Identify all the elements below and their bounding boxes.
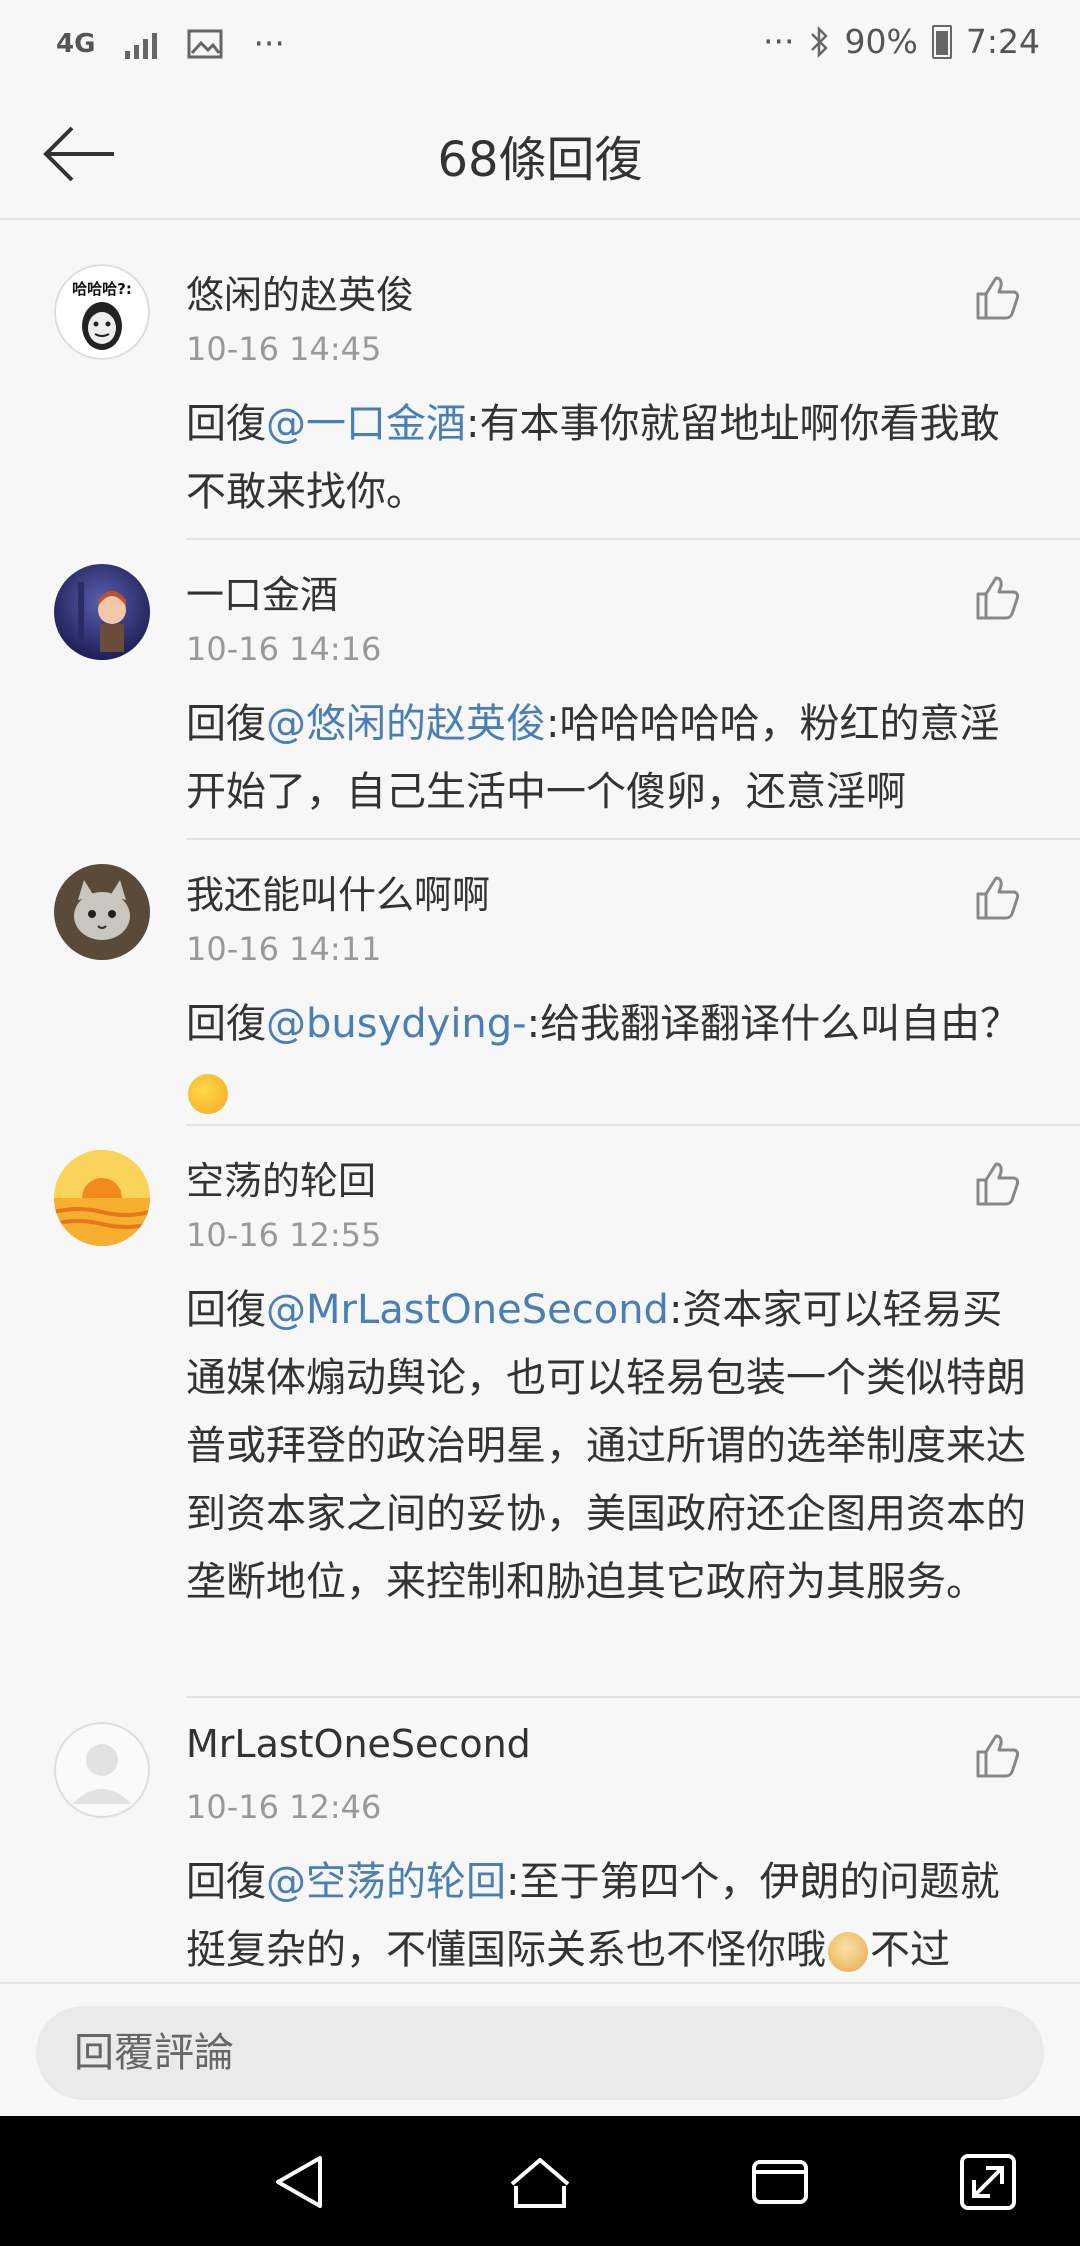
nav-recents-button[interactable] (748, 2150, 812, 2214)
reply-prefix: 回復 (186, 1001, 266, 1047)
signal-icon (125, 29, 158, 59)
emoji-yummy-icon (188, 1074, 228, 1114)
reply-prefix: 回復 (186, 1287, 266, 1333)
thumbs-up-icon (976, 1734, 1020, 1778)
status-overflow: ··· (253, 24, 285, 63)
anime-avatar-image (54, 564, 150, 660)
comment-text: 回復@busydying-:给我翻译翻译什么叫自由？ (186, 990, 1036, 1126)
status-bar: 4G ··· ··· 90% 7:24 (0, 0, 1080, 90)
expand-icon (960, 2154, 1016, 2210)
comment-content: :资本家可以轻易买通媒体煽动舆论，也可以轻易包装一个类似特朗普或拜登的政治明星，… (186, 1287, 1026, 1605)
default-avatar-image (54, 1722, 150, 1818)
thumbs-up-icon (976, 576, 1020, 620)
comment-list[interactable]: 哈哈哈?: 悠闲的赵英俊 10-16 14:45 回復@一口金酒:有本事你就留地… (0, 240, 1080, 1982)
comment-item[interactable]: 空荡的轮回 10-16 12:55 回復@MrLastOneSecond:资本家… (0, 1126, 1080, 1698)
reply-prefix: 回復 (186, 701, 266, 747)
timestamp: 10-16 12:55 (186, 1216, 382, 1254)
timestamp: 10-16 14:16 (186, 630, 382, 668)
mention-link[interactable]: @MrLastOneSecond (266, 1287, 669, 1333)
emoji-doge-icon (828, 1932, 868, 1972)
triangle-back-icon (276, 2156, 322, 2208)
comment-text: 回復@MrLastOneSecond:资本家可以轻易买通媒体煽动舆论，也可以轻易… (186, 1276, 1036, 1616)
reply-input-bar (0, 1982, 1080, 2118)
timestamp: 10-16 14:45 (186, 330, 382, 368)
username[interactable]: MrLastOneSecond (186, 1722, 531, 1766)
reply-prefix: 回復 (186, 1859, 266, 1905)
thumbs-up-icon (976, 876, 1020, 920)
reply-comment-input[interactable] (36, 2006, 1044, 2100)
comment-content-continued: 不过 (870, 1927, 950, 1973)
sunset-avatar-image (54, 1150, 150, 1246)
image-icon (187, 29, 223, 58)
avatar[interactable] (54, 564, 150, 660)
comment-text: 回復@悠闲的赵英俊:哈哈哈哈哈，粉红的意淫开始了，自己生活中一个傻卵，还意淫啊 (186, 690, 1036, 826)
mention-link[interactable]: @空荡的轮回 (266, 1859, 506, 1905)
username[interactable]: 一口金酒 (186, 564, 338, 619)
top-app-bar: 68條回復 (0, 90, 1080, 220)
like-button[interactable] (972, 872, 1022, 922)
avatar[interactable] (54, 1150, 150, 1246)
mention-link[interactable]: @悠闲的赵英俊 (266, 701, 546, 747)
like-button[interactable] (972, 1158, 1022, 1208)
cat-avatar-image (54, 864, 150, 960)
avatar[interactable] (54, 864, 150, 960)
meme-avatar-image: 哈哈哈?: (54, 264, 150, 360)
username[interactable]: 悠闲的赵英俊 (186, 264, 414, 319)
comment-content: :给我翻译翻译什么叫自由？ (526, 1001, 1021, 1047)
timestamp: 10-16 12:46 (186, 1788, 382, 1826)
status-overflow-right: ··· (763, 22, 795, 61)
like-button[interactable] (972, 272, 1022, 322)
mention-link[interactable]: @一口金酒 (266, 401, 466, 447)
avatar[interactable] (54, 1722, 150, 1818)
recents-icon (752, 2160, 808, 2204)
thumbs-up-icon (976, 276, 1020, 320)
username[interactable]: 空荡的轮回 (186, 1150, 376, 1205)
timestamp: 10-16 14:11 (186, 930, 382, 968)
network-label: 4G (56, 28, 96, 59)
reply-prefix: 回復 (186, 401, 266, 447)
battery-percent: 90% (844, 22, 918, 61)
system-navigation-bar (0, 2116, 1080, 2246)
battery-icon (931, 24, 952, 59)
nav-home-button[interactable] (508, 2150, 572, 2214)
nav-expand-button[interactable] (956, 2150, 1020, 2214)
comment-item[interactable]: 一口金酒 10-16 14:16 回復@悠闲的赵英俊:哈哈哈哈哈，粉红的意淫开始… (0, 540, 1080, 840)
bluetooth-icon (810, 25, 828, 58)
like-button[interactable] (972, 572, 1022, 622)
comment-text: 回復@空荡的轮回:至于第四个，伊朗的问题就挺复杂的，不懂国际关系也不怪你哦 不过 (186, 1848, 1036, 1982)
avatar-caption: 哈哈哈?: (72, 280, 132, 298)
mention-link[interactable]: @busydying- (266, 1001, 527, 1047)
status-right: ··· 90% 7:24 (763, 22, 1040, 61)
username[interactable]: 我还能叫什么啊啊 (186, 864, 490, 919)
page-title: 68條回復 (437, 132, 643, 188)
clock: 7:24 (965, 22, 1040, 61)
comment-item[interactable]: 我还能叫什么啊啊 10-16 14:11 回復@busydying-:给我翻译翻… (0, 840, 1080, 1126)
thumbs-up-icon (976, 1162, 1020, 1206)
comment-item[interactable]: MrLastOneSecond 10-16 12:46 回復@空荡的轮回:至于第… (0, 1698, 1080, 1982)
like-button[interactable] (972, 1730, 1022, 1780)
avatar[interactable]: 哈哈哈?: (54, 264, 150, 360)
comment-text: 回復@一口金酒:有本事你就留地址啊你看我敢不敢来找你。 (186, 390, 1036, 526)
status-left: 4G ··· (56, 24, 285, 63)
comment-item[interactable]: 哈哈哈?: 悠闲的赵英俊 10-16 14:45 回復@一口金酒:有本事你就留地… (0, 240, 1080, 540)
nav-back-button[interactable] (268, 2150, 332, 2214)
home-icon (510, 2158, 570, 2208)
